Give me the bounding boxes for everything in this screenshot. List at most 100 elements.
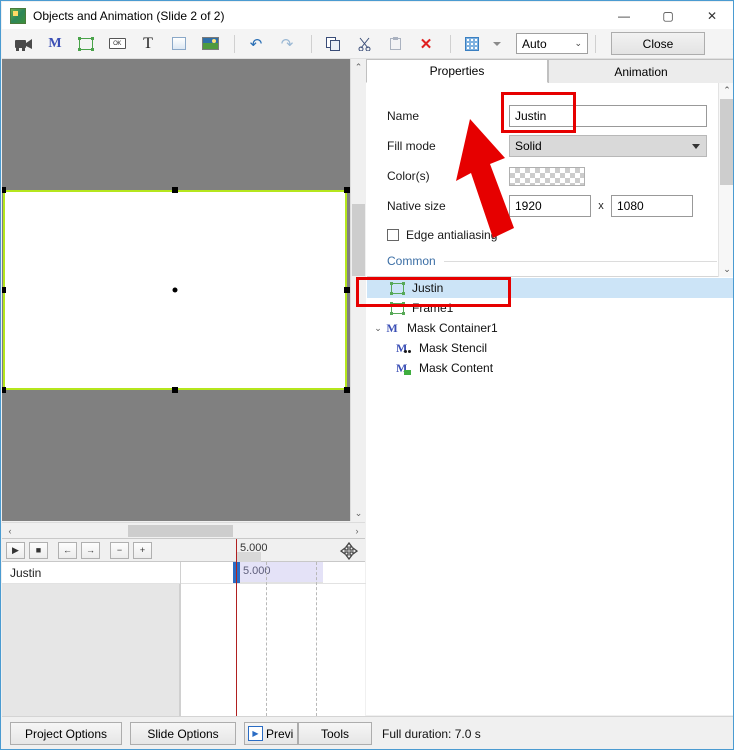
scroll-down-icon[interactable]: ⌄ <box>351 505 366 521</box>
project-options-button[interactable]: Project Options <box>10 722 122 745</box>
edge-antialiasing-label: Edge antialiasing <box>406 228 498 242</box>
fill-mode-value: Solid <box>515 139 542 153</box>
resize-handle-n[interactable] <box>172 187 178 193</box>
preview-button[interactable]: ▶ Previ <box>244 722 298 745</box>
tree-item-mask-stencil[interactable]: M Mask Stencil <box>367 338 733 358</box>
tree-item-label: Mask Stencil <box>419 341 488 355</box>
native-height-input[interactable]: 1080 <box>611 195 693 217</box>
canvas-horizontal-scrollbar[interactable]: ‹ › <box>2 522 365 538</box>
canvas-vertical-scrollbar[interactable]: ⌃ ⌄ <box>350 59 365 521</box>
preview-label: Previ <box>266 726 294 741</box>
fill-mode-select[interactable]: Solid <box>509 135 707 157</box>
name-input[interactable]: Justin <box>509 105 707 127</box>
video-camera-icon[interactable] <box>10 32 38 56</box>
name-label: Name <box>387 109 420 123</box>
zoom-in-button[interactable]: + <box>133 541 152 559</box>
native-size-label: Native size <box>387 199 446 213</box>
tree-item-label: Mask Content <box>419 361 494 375</box>
app-image-icon <box>10 7 26 24</box>
zoom-level-value: Auto <box>522 36 547 51</box>
canvas-vscroll-thumb[interactable] <box>352 204 365 276</box>
scroll-right-icon[interactable]: › <box>349 523 365 539</box>
copy-icon[interactable] <box>319 32 347 56</box>
scroll-left-icon[interactable]: ‹ <box>2 523 18 539</box>
paste-icon <box>381 32 409 56</box>
rectangle-icon[interactable] <box>165 32 193 56</box>
mask-stencil-icon: M <box>396 341 411 355</box>
tree-item-label: Justin <box>412 281 444 295</box>
slide-canvas[interactable] <box>2 59 350 521</box>
tab-properties[interactable]: Properties <box>366 59 548 83</box>
chevron-down-icon[interactable]: ⌄ <box>371 323 385 334</box>
next-keyframe-button[interactable]: → <box>81 541 100 559</box>
native-width-input[interactable]: 1920 <box>509 195 591 217</box>
preview-icon: ▶ <box>248 726 263 741</box>
mask-icon[interactable]: M <box>41 32 69 56</box>
frame-icon <box>390 301 405 315</box>
native-size-row: Native size 1920 x 1080 <box>387 195 717 217</box>
cut-icon[interactable] <box>350 32 378 56</box>
grid-icon[interactable] <box>458 32 486 56</box>
scroll-up-icon[interactable]: ⌃ <box>351 59 366 75</box>
tree-item-justin[interactable]: Justin <box>367 278 733 298</box>
mask-container-icon: M <box>386 320 398 335</box>
maximize-icon[interactable]: ▢ <box>646 2 690 29</box>
properties-vertical-scrollbar[interactable]: ⌃ ⌄ <box>718 83 733 277</box>
tab-animation[interactable]: Animation <box>548 59 733 83</box>
timeline-playhead[interactable] <box>236 539 237 716</box>
image-icon[interactable] <box>196 32 224 56</box>
slide-options-button[interactable]: Slide Options <box>130 722 236 745</box>
timeline-track-empty-area <box>2 584 180 716</box>
resize-handle-w[interactable] <box>2 287 6 293</box>
edge-antialiasing-row[interactable]: Edge antialiasing <box>387 224 717 246</box>
full-duration-status: Full duration: 7.0 s <box>382 726 481 741</box>
undo-icon[interactable]: ↶ <box>242 32 270 56</box>
text-icon[interactable]: T <box>134 32 162 56</box>
native-size-separator: x <box>598 200 604 212</box>
objects-tree: Justin Frame1 ⌄ M Mask Container1 M Mask… <box>367 278 733 714</box>
zoom-level-select[interactable]: Auto ⌄ <box>516 33 588 54</box>
canvas-hscroll-thumb[interactable] <box>128 524 233 537</box>
timeline-gridline-2 <box>316 562 317 716</box>
timeline-gridline-1 <box>266 562 267 716</box>
grid-dropdown-caret-icon[interactable] <box>489 32 505 56</box>
bottom-bar: Project Options Slide Options ▶ Previ To… <box>2 716 733 749</box>
delete-icon[interactable]: ✕ <box>412 32 440 56</box>
common-label: Common <box>387 254 436 268</box>
chevron-down-icon <box>692 143 700 149</box>
tools-button[interactable]: Tools <box>298 722 372 745</box>
stop-button[interactable]: ■ <box>29 541 48 559</box>
canvas-hscroll-track[interactable] <box>18 523 349 539</box>
button-object-icon[interactable]: OK <box>103 32 131 56</box>
close-button[interactable]: Close <box>611 32 705 55</box>
panel-vscroll-thumb[interactable] <box>720 99 733 185</box>
object-center-point[interactable] <box>172 287 178 293</box>
resize-handle-nw[interactable] <box>2 187 6 193</box>
previous-slide-icon[interactable]: ◀ <box>727 32 734 56</box>
play-button[interactable]: ▶ <box>6 541 25 559</box>
tree-item-mask-content[interactable]: M Mask Content <box>367 358 733 378</box>
tree-item-label: Mask Container1 <box>407 321 498 335</box>
zoom-out-button[interactable]: − <box>110 541 129 559</box>
mask-content-icon: M <box>396 361 411 375</box>
tree-item-mask-container1[interactable]: ⌄ M Mask Container1 <box>367 318 733 338</box>
timeline-panel: ▶ ■ ← → − + 5.000 Justin 5.000 <box>2 538 366 716</box>
selected-object-frame[interactable] <box>2 187 350 393</box>
frame-icon[interactable] <box>72 32 100 56</box>
prev-keyframe-button[interactable]: ← <box>58 541 77 559</box>
tree-item-frame1[interactable]: Frame1 <box>367 298 733 318</box>
timeline-grid[interactable]: 5.000 <box>180 539 366 716</box>
minimize-icon[interactable]: — <box>602 2 646 29</box>
panel-scroll-up-icon[interactable]: ⌃ <box>719 83 733 98</box>
close-icon[interactable]: ✕ <box>690 2 733 29</box>
frame-icon <box>390 281 405 295</box>
timeline-track-name[interactable]: Justin <box>2 562 180 584</box>
title-bar: Objects and Animation (Slide 2 of 2) — ▢… <box>2 2 733 29</box>
redo-icon[interactable]: ↷ <box>273 32 301 56</box>
edge-antialiasing-checkbox[interactable] <box>387 229 399 241</box>
resize-handle-sw[interactable] <box>2 387 6 393</box>
move-tool-icon[interactable] <box>339 542 359 560</box>
color-swatch[interactable] <box>509 166 585 186</box>
resize-handle-s[interactable] <box>172 387 178 393</box>
panel-scroll-down-icon[interactable]: ⌄ <box>719 262 733 277</box>
